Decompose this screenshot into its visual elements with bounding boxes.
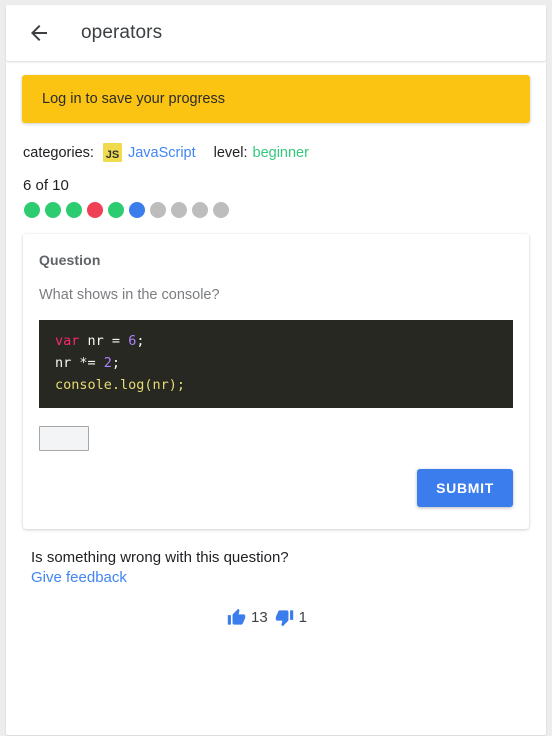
login-banner[interactable]: Log in to save your progress (22, 75, 530, 123)
answer-input[interactable] (39, 425, 89, 451)
thumbs-down-button[interactable]: 1 (275, 608, 307, 627)
give-feedback-link[interactable]: Give feedback (31, 569, 536, 586)
page-title: operators (81, 22, 163, 43)
thumbs-up-icon (227, 608, 246, 627)
submit-button[interactable]: SUBMIT (417, 468, 513, 507)
progress-dot (192, 202, 208, 218)
progress-count: 6 of 10 (23, 177, 69, 194)
vote-row: 13 1 (16, 608, 518, 627)
level-label: level: (213, 144, 248, 161)
code-line: console.log(nr); (55, 376, 186, 393)
page-root: operators Log in to save your progress c… (0, 0, 552, 736)
arrow-left-icon (27, 21, 51, 45)
back-button[interactable] (24, 18, 54, 48)
progress-dot (45, 202, 61, 218)
progress-dot (66, 202, 82, 218)
level-value: beginner (252, 144, 309, 161)
question-heading: Question (39, 252, 101, 268)
thumbs-down-icon (275, 608, 294, 627)
submit-row: SUBMIT (39, 468, 513, 507)
progress-dot (24, 202, 40, 218)
progress-dot (150, 202, 166, 218)
progress-dot (213, 202, 229, 218)
category-link-javascript[interactable]: JavaScript (128, 145, 196, 161)
feedback-section: Is something wrong with this question? G… (31, 549, 536, 586)
feedback-question: Is something wrong with this question? (31, 548, 289, 566)
content-surface: Log in to save your progress categories:… (6, 61, 546, 735)
answer-row (39, 425, 513, 451)
question-prompt: What shows in the console? (39, 287, 220, 303)
progress-dot (108, 202, 124, 218)
progress-dot (129, 202, 145, 218)
javascript-icon: JS (102, 143, 122, 162)
progress-dots (24, 202, 536, 218)
progress-dot (171, 202, 187, 218)
app-bar: operators (6, 5, 546, 61)
question-card: Question What shows in the console? var … (23, 234, 529, 529)
thumbs-up-count: 13 (250, 608, 268, 626)
code-snippet: var nr = 6; nr *= 2; console.log(nr); (39, 320, 513, 408)
code-line: var nr = 6; (55, 333, 145, 349)
code-line: nr *= 2; (55, 354, 121, 371)
progress-dot (87, 202, 103, 218)
thumbs-up-button[interactable]: 13 (227, 608, 268, 627)
meta-row: categories: JS JavaScript level: beginne… (23, 143, 536, 162)
thumbs-down-count: 1 (298, 608, 308, 626)
categories-label: categories: (23, 144, 94, 161)
